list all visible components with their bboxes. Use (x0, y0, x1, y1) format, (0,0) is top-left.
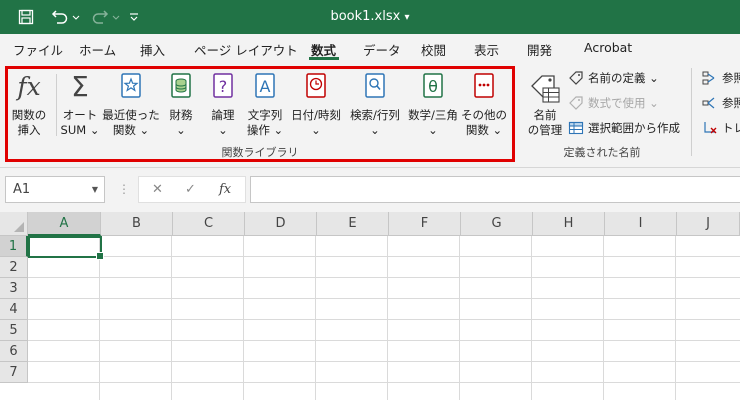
clock-book-icon (304, 72, 328, 103)
formula-bar-resize-icon[interactable]: ⋮ (118, 182, 130, 196)
row-header-3[interactable]: 3 (0, 278, 28, 299)
tab-data[interactable]: データ (363, 40, 401, 59)
active-tab-indicator (309, 57, 339, 60)
remove-arrows-icon (704, 122, 717, 134)
active-cell-a1[interactable] (28, 236, 104, 260)
trace-precedents-icon (702, 71, 715, 85)
trace-dependents-icon (702, 97, 715, 109)
datetime-button[interactable]: 日付/時刻 ⌄ (287, 68, 345, 154)
tag-table-icon (529, 72, 561, 107)
text-button[interactable]: A 文字列 操作 ⌄ (244, 68, 286, 154)
theta-book-icon: θ (421, 72, 445, 103)
autosum-button[interactable]: Σ オート SUM ⌄ (59, 68, 101, 154)
formula-buttons: ✕ ✓ fx (138, 176, 246, 203)
column-header-f[interactable]: F (389, 212, 461, 236)
dots-book-icon (472, 72, 496, 103)
tab-developer[interactable]: 開発 (527, 40, 552, 59)
column-header-a[interactable]: A (28, 212, 101, 236)
column-header-h[interactable]: H (533, 212, 605, 236)
name-box[interactable]: A1 ▼ (5, 176, 105, 203)
trace-dependents-button[interactable]: 参照 (702, 95, 740, 111)
formula-input[interactable] (250, 176, 740, 203)
svg-text:θ: θ (428, 77, 438, 96)
row-header-5[interactable]: 5 (0, 320, 28, 341)
financial-button[interactable]: 財務 ⌄ (161, 68, 201, 154)
select-all-button[interactable] (0, 212, 28, 236)
title-bar: book1.xlsx ▾ (0, 0, 740, 34)
remove-arrows-button[interactable]: トレ (702, 120, 740, 136)
worksheet-grid: A B C D E F G H I J 1 2 3 4 5 6 7 (0, 212, 740, 400)
column-header-i[interactable]: I (605, 212, 677, 236)
row-header-1[interactable]: 1 (0, 236, 28, 257)
tab-review[interactable]: 校閲 (421, 40, 446, 59)
name-manager-button[interactable]: 名前 の管理 (522, 68, 568, 154)
column-header-g[interactable]: G (461, 212, 533, 236)
separator (691, 68, 692, 156)
formula-bar: A1 ▼ ⋮ ✕ ✓ fx (0, 168, 740, 212)
defined-names-group-label: 定義された名前 (563, 146, 641, 159)
insert-function-fx-button[interactable]: fx (219, 182, 231, 197)
column-header-d[interactable]: D (245, 212, 317, 236)
column-header-e[interactable]: E (317, 212, 389, 236)
math-trig-button[interactable]: θ 数学/三角 ⌄ (404, 68, 462, 154)
tab-acrobat[interactable]: Acrobat (584, 40, 632, 55)
ribbon-tabs: ファイル ホーム 挿入 ページ レイアウト 数式 データ 校閲 表示 開発 Ac… (0, 34, 740, 62)
column-header-j[interactable]: J (677, 212, 740, 236)
row-header-4[interactable]: 4 (0, 299, 28, 320)
window-title[interactable]: book1.xlsx ▾ (0, 0, 740, 34)
ribbon: fx 関数の 挿入 Σ オート SUM ⌄ 最近使った 関数 ⌄ 財務 ⌄ ? 論理 ⌄ … (0, 62, 740, 168)
chevron-down-icon[interactable]: ▼ (92, 177, 98, 202)
row-header-6[interactable]: 6 (0, 341, 28, 362)
more-functions-button[interactable]: その他の 関数 ⌄ (461, 68, 507, 154)
fx-icon: fx (17, 72, 41, 101)
define-name-button[interactable]: 名前の定義 ⌄ (568, 70, 659, 86)
tag-formula-icon (569, 96, 583, 110)
cancel-entry-button[interactable]: ✕ (152, 182, 163, 197)
insert-function-button[interactable]: fx 関数の 挿入 (9, 68, 49, 154)
tag-icon (569, 71, 583, 85)
cell-area[interactable] (28, 236, 740, 400)
svg-text:A: A (260, 77, 271, 96)
lookup-reference-button[interactable]: 検索/行列 ⌄ (346, 68, 404, 154)
trace-precedents-button[interactable]: 参照 (702, 70, 740, 86)
tab-view[interactable]: 表示 (474, 40, 499, 59)
tab-page-layout[interactable]: ページ レイアウト (194, 40, 298, 59)
use-in-formula-button[interactable]: 数式で使用 ⌄ (568, 95, 659, 111)
recently-used-button[interactable]: 最近使った 関数 ⌄ (102, 68, 160, 154)
separator (56, 74, 57, 136)
function-library-group-label: 関数ライブラリ (221, 146, 299, 159)
create-from-selection-button[interactable]: 選択範囲から作成 (568, 120, 680, 136)
confirm-entry-button[interactable]: ✓ (185, 182, 196, 197)
coins-book-icon (169, 72, 193, 103)
tab-home[interactable]: ホーム (79, 40, 116, 59)
star-book-icon (119, 72, 143, 103)
row-header-2[interactable]: 2 (0, 257, 28, 278)
row-header-7[interactable]: 7 (0, 362, 28, 383)
svg-text:?: ? (219, 77, 228, 96)
selection-table-icon (568, 121, 584, 135)
tab-insert[interactable]: 挿入 (140, 40, 165, 59)
text-book-icon: A (253, 72, 277, 103)
column-header-c[interactable]: C (173, 212, 245, 236)
magnifier-book-icon (363, 72, 387, 103)
column-header-b[interactable]: B (101, 212, 173, 236)
logical-button[interactable]: ? 論理 ⌄ (203, 68, 243, 154)
question-book-icon: ? (211, 72, 235, 103)
tab-file[interactable]: ファイル (13, 40, 63, 59)
sigma-icon: Σ (71, 70, 89, 103)
